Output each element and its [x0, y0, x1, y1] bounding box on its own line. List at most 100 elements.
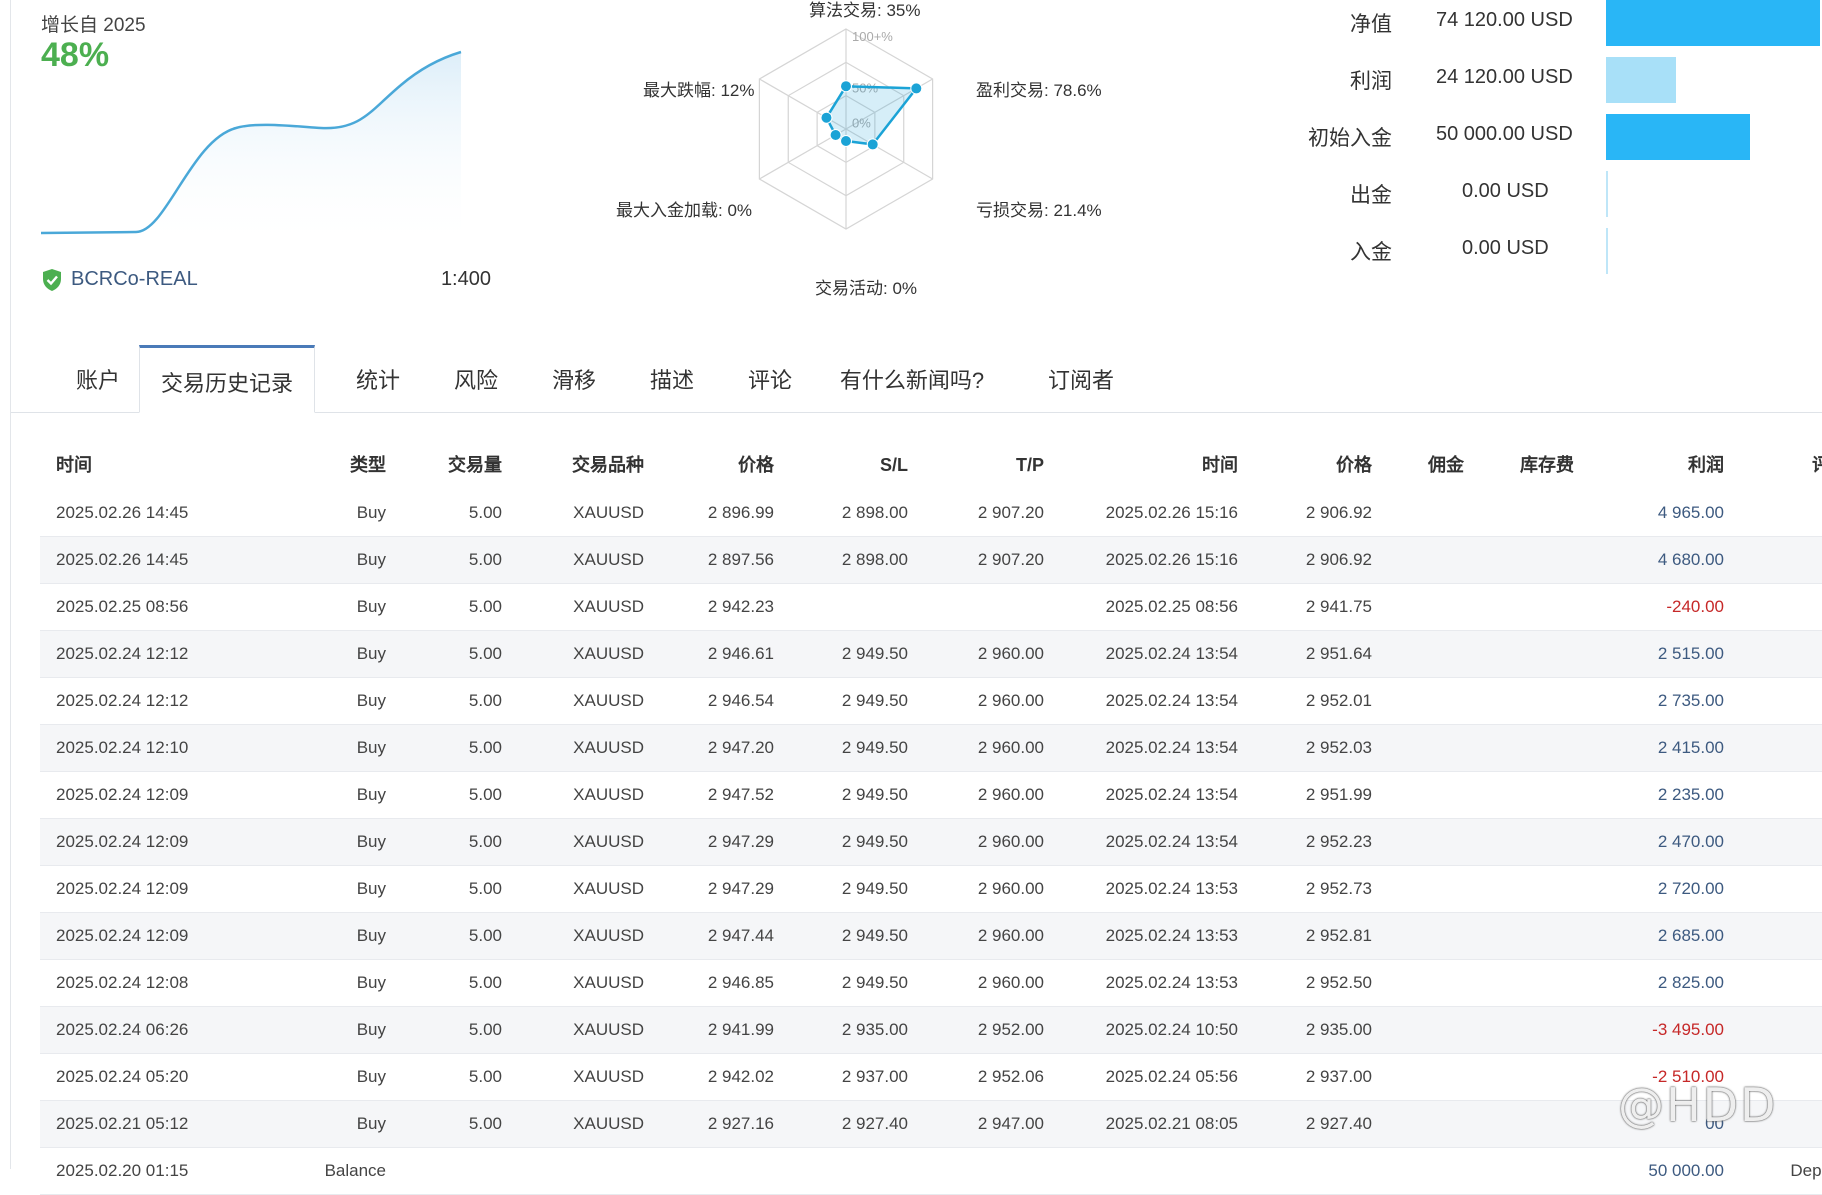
col-header-tp[interactable]: T/P	[908, 438, 1044, 490]
cell-profit: 2 735.00	[1657, 691, 1724, 710]
cell-close-price: 2 952.50	[1305, 973, 1372, 992]
tab-risk[interactable]: 风险	[427, 345, 525, 411]
cell-tp: 2 960.00	[977, 926, 1044, 945]
cell-comment	[1724, 819, 1822, 865]
cell-close-price: 2 952.01	[1305, 691, 1372, 710]
cell-type: Buy	[356, 597, 386, 616]
cell-sl: 2 949.50	[841, 691, 908, 710]
tab-reviews[interactable]: 评论	[721, 345, 819, 411]
cell-open-price: 2 946.61	[707, 644, 774, 663]
cell-volume: 5.00	[468, 832, 502, 851]
table-row: 2025.02.26 14:45 Buy 5.00 XAUUSD 2 897.56 2 8…	[40, 537, 1822, 584]
balance-row-equity: 净值 74 120.00 USD	[1290, 0, 1822, 46]
table-row: 2025.02.25 08:56 Buy 5.00 XAUUSD 2 942.23 202…	[40, 584, 1822, 631]
col-header-close-time[interactable]: 时间	[1044, 438, 1238, 490]
tab-slippage[interactable]: 滑移	[525, 345, 623, 411]
table-row: 2025.02.24 12:09 Buy 5.00 XAUUSD 2 947.52 2 9…	[40, 772, 1822, 819]
table-row: 2025.02.24 12:12 Buy 5.00 XAUUSD 2 946.61 2 9…	[40, 631, 1822, 678]
cell-commission	[1372, 631, 1464, 677]
radar-label-algo: 算法交易: 35%	[809, 1, 921, 20]
cell-comment	[1724, 490, 1822, 536]
balance-row-profit: 利润 24 120.00 USD	[1290, 57, 1822, 103]
account-name[interactable]: BCRCo-REAL	[71, 268, 198, 291]
balance-value: 0.00 USD	[1462, 180, 1549, 202]
col-header-close-price[interactable]: 价格	[1238, 438, 1372, 490]
cell-type: Buy	[356, 973, 386, 992]
cell-volume: 5.00	[468, 1114, 502, 1133]
col-header-profit[interactable]: 利润	[1574, 438, 1724, 490]
cell-type: Balance	[324, 1161, 386, 1180]
col-header-open-time[interactable]: 时间	[56, 438, 92, 490]
cell-tp: 2 960.00	[977, 879, 1044, 898]
growth-card: 增长自 2025 48% BCRCo-REAL 1:400	[41, 10, 501, 300]
col-header-type[interactable]: 类型	[250, 438, 386, 490]
balance-row-withdrawal: 出金 0.00 USD	[1290, 171, 1822, 217]
cell-profit: -240.00	[1666, 597, 1724, 616]
cell-symbol: XAUUSD	[573, 1020, 644, 1039]
cell-sl: 2 937.00	[841, 1067, 908, 1086]
cell-open-price: 2 897.56	[707, 550, 774, 569]
tab-subscribers[interactable]: 订阅者	[1021, 345, 1141, 411]
tab-description[interactable]: 描述	[623, 345, 721, 411]
cell-open-price: 2 927.16	[707, 1114, 774, 1133]
col-header-swap[interactable]: 库存费	[1464, 438, 1574, 490]
col-header-commission[interactable]: 佣金	[1372, 438, 1464, 490]
cell-symbol: XAUUSD	[573, 503, 644, 522]
table-row: 2025.02.24 12:09 Buy 5.00 XAUUSD 2 947.29 2 9…	[40, 819, 1822, 866]
cell-close-price: 2 952.81	[1305, 926, 1372, 945]
cell-close-time: 2025.02.24 05:56	[1105, 1067, 1238, 1086]
cell-volume: 5.00	[468, 503, 502, 522]
cell-commission	[1372, 960, 1464, 1006]
radar-svg: 100+%50%0%	[758, 28, 934, 230]
cell-open-time: 2025.02.24 12:09	[56, 879, 189, 898]
cell-tp	[908, 1148, 1044, 1194]
col-header-open-price[interactable]: 价格	[644, 438, 774, 490]
cell-comment: Deposit	[1790, 1161, 1822, 1180]
cell-swap	[1464, 1007, 1574, 1053]
tab-trade-history[interactable]: 交易历史记录	[139, 345, 315, 413]
cell-type: Buy	[356, 1020, 386, 1039]
balance-label: 入金	[1350, 241, 1392, 264]
cell-volume: 5.00	[468, 879, 502, 898]
radar-point	[910, 82, 923, 95]
table-row: 2025.02.24 12:10 Buy 5.00 XAUUSD 2 947.20 2 9…	[40, 725, 1822, 772]
balance-value: 0.00 USD	[1462, 237, 1549, 259]
cell-tp: 2 952.00	[977, 1020, 1044, 1039]
cell-close-price: 2 952.23	[1305, 832, 1372, 851]
cell-open-time: 2025.02.25 08:56	[56, 597, 189, 616]
cell-swap	[1464, 537, 1574, 583]
cell-swap	[1464, 1054, 1574, 1100]
cell-swap	[1464, 819, 1574, 865]
cell-close-time: 2025.02.24 13:54	[1105, 832, 1238, 851]
col-header-sl[interactable]: S/L	[774, 438, 908, 490]
cell-sl: 2 949.50	[841, 644, 908, 663]
balance-bar	[1606, 114, 1750, 160]
verified-shield-icon	[43, 269, 61, 291]
tab-statistics[interactable]: 统计	[329, 345, 427, 411]
cell-close-price: 2 951.64	[1305, 644, 1372, 663]
cell-volume: 5.00	[468, 644, 502, 663]
balance-label: 净值	[1350, 13, 1392, 36]
cell-close-price: 2 937.00	[1305, 1067, 1372, 1086]
cell-open-time: 2025.02.24 12:12	[56, 644, 189, 663]
cell-open-price: 2 942.23	[707, 597, 774, 616]
col-header-symbol[interactable]: 交易品种	[502, 438, 644, 490]
cell-sl	[774, 584, 908, 630]
left-divider	[10, 0, 11, 1169]
table-row: 2025.02.21 05:12 Buy 5.00 XAUUSD 2 927.16 2 9…	[40, 1101, 1822, 1148]
cell-volume: 5.00	[468, 597, 502, 616]
radar-label-max-drawdown: 最大跌幅: 12%	[643, 81, 755, 100]
cell-close-time: 2025.02.26 15:16	[1105, 550, 1238, 569]
col-header-comment[interactable]: 评论	[1724, 438, 1822, 490]
cell-open-price	[644, 1148, 774, 1194]
cell-swap	[1464, 631, 1574, 677]
table-body: 2025.02.26 14:45 Buy 5.00 XAUUSD 2 896.99 2 8…	[40, 490, 1822, 1195]
col-header-volume[interactable]: 交易量	[386, 438, 502, 490]
cell-commission	[1372, 866, 1464, 912]
radar-label-loss-trades: 亏损交易: 21.4%	[976, 201, 1102, 220]
cell-open-time: 2025.02.20 01:15	[56, 1161, 189, 1180]
cell-comment	[1724, 960, 1822, 1006]
cell-symbol: XAUUSD	[573, 926, 644, 945]
tab-news[interactable]: 有什么新闻吗?	[819, 345, 1005, 411]
cell-open-price: 2 947.44	[707, 926, 774, 945]
